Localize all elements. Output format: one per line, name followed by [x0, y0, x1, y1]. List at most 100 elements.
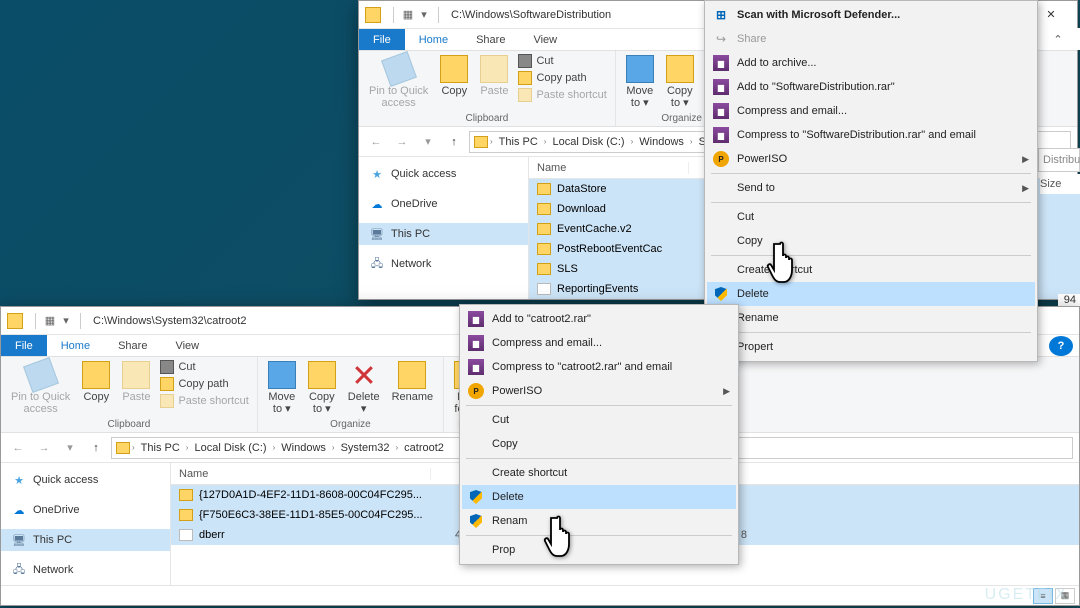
copypath-button[interactable]: Copy path: [516, 70, 608, 86]
nav-network[interactable]: 🖧Network: [1, 559, 170, 581]
crumb[interactable]: Local Disk (C:): [548, 136, 628, 148]
submenu-arrow-icon: ▶: [1022, 154, 1029, 165]
ctx-cut[interactable]: Cut: [707, 205, 1035, 229]
tab-view[interactable]: View: [519, 29, 571, 50]
nav-onedrive[interactable]: ☁OneDrive: [1, 499, 170, 521]
paste-button[interactable]: Paste: [476, 53, 512, 113]
file-icon: [179, 529, 193, 541]
pin-quickaccess-button[interactable]: Pin to Quick access: [7, 359, 74, 419]
folder-icon: [537, 263, 551, 275]
rar-icon: ▆: [713, 79, 729, 95]
context-menu-softwaredistribution: ⊞Scan with Microsoft Defender... ↪Share …: [704, 0, 1038, 362]
rar-icon: ▆: [468, 359, 484, 375]
cut-button[interactable]: Cut: [516, 53, 608, 69]
copy-button[interactable]: Copy: [436, 53, 472, 113]
tab-file[interactable]: File: [359, 29, 405, 50]
nav-recent-button[interactable]: ▾: [59, 437, 81, 459]
nav-up-button[interactable]: ↑: [443, 131, 465, 153]
copyto-button[interactable]: Copy to ▾: [304, 359, 340, 419]
ctx-share[interactable]: ↪Share: [707, 27, 1035, 51]
ctx-add-rar[interactable]: ▆Add to "SoftwareDistribution.rar": [707, 75, 1035, 99]
ctx-copy[interactable]: Copy: [707, 229, 1035, 253]
qat-properties-icon[interactable]: ▦: [400, 7, 416, 23]
ctx-rename[interactable]: Rename: [707, 306, 1035, 330]
copyto-button[interactable]: Copy to ▾: [662, 53, 698, 113]
nav-thispc[interactable]: 🖥This PC: [1, 529, 170, 551]
ctx-copy[interactable]: Copy: [462, 432, 736, 456]
pasteshortcut-button[interactable]: Paste shortcut: [516, 87, 608, 103]
ctx-properties[interactable]: Prop: [462, 538, 736, 562]
ctx-properties[interactable]: Propert: [707, 335, 1035, 359]
delete-button[interactable]: Delete ▾: [344, 359, 384, 419]
col-name[interactable]: Name: [529, 162, 689, 174]
tab-share[interactable]: Share: [462, 29, 519, 50]
ctx-compress-email[interactable]: ▆Compress and email...: [707, 99, 1035, 123]
nav-quickaccess[interactable]: ★Quick access: [359, 163, 528, 185]
folder-icon: [537, 203, 551, 215]
rename-button[interactable]: Rename: [388, 359, 438, 419]
ctx-compress-rar-email[interactable]: ▆Compress to "catroot2.rar" and email: [462, 355, 736, 379]
search-box[interactable]: Distribu...: [1038, 148, 1080, 172]
nav-back-button[interactable]: ←: [365, 131, 387, 153]
ctx-add-rar[interactable]: ▆Add to "catroot2.rar": [462, 307, 736, 331]
ctx-delete[interactable]: Delete: [707, 282, 1035, 306]
nav-recent-button[interactable]: ▾: [417, 131, 439, 153]
tab-share[interactable]: Share: [104, 335, 161, 356]
nav-forward-button[interactable]: →: [33, 437, 55, 459]
ctx-scan-defender[interactable]: ⊞Scan with Microsoft Defender...: [707, 3, 1035, 27]
ctx-compress-rar-email[interactable]: ▆Compress to "SoftwareDistribution.rar" …: [707, 123, 1035, 147]
copy-button[interactable]: Copy: [78, 359, 114, 419]
ctx-cut[interactable]: Cut: [462, 408, 736, 432]
copypath-button[interactable]: Copy path: [158, 376, 250, 392]
help-icon[interactable]: ?: [1049, 336, 1073, 356]
crumb[interactable]: Windows: [635, 136, 688, 148]
crumb[interactable]: This PC: [495, 136, 542, 148]
cloud-icon: ☁: [11, 503, 27, 517]
crumb[interactable]: catroot2: [400, 442, 448, 454]
crumb[interactable]: This PC: [137, 442, 184, 454]
col-name[interactable]: Name: [171, 468, 431, 480]
ctx-compress-email[interactable]: ▆Compress and email...: [462, 331, 736, 355]
folder-icon: [537, 183, 551, 195]
cut-button[interactable]: Cut: [158, 359, 250, 375]
moveto-button[interactable]: Move to ▾: [622, 53, 658, 113]
nav-network[interactable]: 🖧Network: [359, 253, 528, 275]
nav-up-button[interactable]: ↑: [85, 437, 107, 459]
moveto-button[interactable]: Move to ▾: [264, 359, 300, 419]
qat-newfolder-icon[interactable]: ▾: [416, 7, 432, 23]
tab-home[interactable]: Home: [405, 29, 462, 50]
ctx-create-shortcut[interactable]: Create shortcut: [707, 258, 1035, 282]
nav-quickaccess[interactable]: ★Quick access: [1, 469, 170, 491]
star-icon: ★: [11, 473, 27, 487]
crumb[interactable]: System32: [337, 442, 394, 454]
ctx-add-archive[interactable]: ▆Add to archive...: [707, 51, 1035, 75]
nav-thispc[interactable]: 🖥This PC: [359, 223, 528, 245]
ctx-poweriso[interactable]: PPowerISO▶: [707, 147, 1035, 171]
pasteshortcut-button[interactable]: Paste shortcut: [158, 393, 250, 409]
pin-quickaccess-button[interactable]: Pin to Quick access: [365, 53, 432, 113]
nav-forward-button[interactable]: →: [391, 131, 413, 153]
defender-icon: ⊞: [713, 7, 729, 23]
crumb[interactable]: Windows: [277, 442, 330, 454]
ctx-delete[interactable]: Delete: [462, 485, 736, 509]
ctx-rename[interactable]: Renam: [462, 509, 736, 533]
tab-file[interactable]: File: [1, 335, 47, 356]
group-clipboard: Clipboard: [365, 113, 609, 126]
tab-home[interactable]: Home: [47, 335, 104, 356]
ctx-sendto[interactable]: Send to▶: [707, 176, 1035, 200]
rar-icon: ▆: [713, 55, 729, 71]
nav-back-button[interactable]: ←: [7, 437, 29, 459]
paste-button[interactable]: Paste: [118, 359, 154, 419]
qat-icon[interactable]: ▦: [42, 313, 58, 329]
crumb[interactable]: Local Disk (C:): [190, 442, 270, 454]
qat-icon[interactable]: ▾: [58, 313, 74, 329]
ribbon-caret[interactable]: ⌃: [1036, 28, 1080, 50]
ctx-create-shortcut[interactable]: Create shortcut: [462, 461, 736, 485]
tab-view[interactable]: View: [161, 335, 213, 356]
nav-onedrive[interactable]: ☁OneDrive: [359, 193, 528, 215]
status-bar: ≡ ▦: [1, 585, 1079, 605]
col-size[interactable]: Size: [1040, 174, 1080, 194]
computer-icon: 🖥: [11, 533, 27, 547]
ctx-poweriso[interactable]: PPowerISO▶: [462, 379, 736, 403]
folder-icon: [365, 7, 381, 23]
